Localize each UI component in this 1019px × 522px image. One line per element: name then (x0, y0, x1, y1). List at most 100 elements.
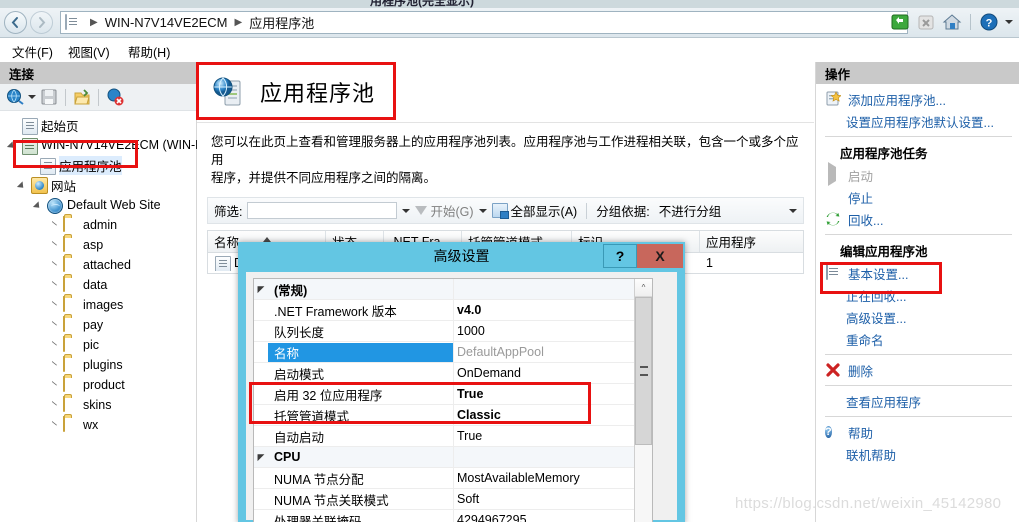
breadcrumb-item-apppools[interactable]: 应用程序池 (249, 13, 314, 32)
filter-combo[interactable] (247, 202, 411, 219)
action-view-applications[interactable]: 查看应用程序 (816, 390, 1019, 412)
forward-arrow-icon[interactable] (30, 11, 53, 34)
save-icon[interactable] (39, 87, 59, 107)
window-title-text: 用程序池(完全显示) (370, 0, 474, 8)
tree-item-folder[interactable]: pay (4, 315, 196, 335)
divider (970, 14, 971, 30)
action-delete[interactable]: 删除 (816, 359, 1019, 381)
tree-expander-closed-icon[interactable] (50, 280, 61, 291)
property-grid[interactable]: ◤ (常规) .NET Framework 版本 v4.0 队列长度 1000 … (253, 278, 653, 522)
property-value[interactable]: True (453, 429, 652, 443)
tree-item-label: attached (83, 258, 131, 272)
help-icon[interactable]: ? (979, 12, 999, 32)
property-value[interactable]: 1000 (453, 324, 652, 338)
tree-item-folder[interactable]: admin (4, 215, 196, 235)
action-stop[interactable]: 停止 (816, 186, 1019, 208)
tree-item-sites[interactable]: 网站 (4, 175, 196, 195)
actions-group-edit-app-pool: 编辑应用程序池 (840, 245, 928, 259)
tree-expander-open-icon[interactable] (8, 140, 19, 151)
property-name: 启用 32 位应用程序 (274, 388, 383, 403)
action-start[interactable]: 启动 (816, 162, 1019, 186)
show-all-button[interactable]: 全部显示(A) (491, 201, 577, 220)
home-icon[interactable] (942, 12, 962, 32)
play-icon (825, 162, 841, 186)
menu-item-view[interactable]: 视图(V) (68, 42, 110, 61)
divider (98, 88, 99, 106)
tree-expander-closed-icon[interactable] (50, 360, 61, 371)
tree-expander-open-icon[interactable]: ◤ (254, 452, 268, 463)
property-value[interactable]: OnDemand (453, 366, 652, 380)
dialog-scrollbar[interactable]: ^ (634, 279, 652, 522)
action-recycling[interactable]: 正在回收... (816, 284, 1019, 306)
action-help[interactable]: ? 帮助 (816, 421, 1019, 443)
action-advanced-settings[interactable]: 高级设置... (816, 306, 1019, 328)
chevron-down-icon[interactable] (402, 208, 411, 213)
scroll-up-icon[interactable]: ^ (635, 279, 652, 297)
tree-expander-closed-icon[interactable] (50, 420, 61, 431)
connect-globe-icon[interactable] (5, 87, 25, 107)
property-value[interactable]: MostAvailableMemory (453, 471, 652, 485)
tree-expander-open-icon[interactable]: ◤ (254, 284, 268, 295)
tree-item-folder[interactable]: skins (4, 395, 196, 415)
tree-expander-closed-icon[interactable] (50, 220, 61, 231)
tree-item-folder[interactable]: pic (4, 335, 196, 355)
menu-item-file[interactable]: 文件(F) (12, 42, 53, 61)
chevron-down-icon[interactable] (28, 95, 36, 99)
action-add-app-pool[interactable]: 添加应用程序池... (816, 88, 1019, 110)
property-value[interactable]: DefaultAppPool (453, 345, 652, 359)
group-by-combo[interactable]: 不进行分组 (655, 201, 797, 220)
dialog-title-bar[interactable]: 高级设置 ? X (238, 242, 685, 270)
property-value[interactable]: v4.0 (453, 303, 652, 317)
action-online-help[interactable]: 联机帮助 (816, 443, 1019, 465)
divider (586, 202, 588, 219)
tree-item-folder[interactable]: data (4, 275, 196, 295)
filter-go-button[interactable]: 开始(G) (415, 201, 474, 220)
back-arrow-icon[interactable] (4, 11, 27, 34)
tree-expander-open-icon[interactable] (34, 200, 45, 211)
action-rename[interactable]: 重命名 (816, 328, 1019, 350)
tree-item-folder[interactable]: images (4, 295, 196, 315)
property-value[interactable]: 4294967295 (453, 513, 652, 522)
action-recycle[interactable]: 回收... (816, 208, 1019, 230)
tree-item-server[interactable]: WIN-N7V14VE2ECM (WIN-N7 (4, 135, 211, 155)
chevron-down-icon[interactable] (478, 208, 487, 213)
tree-expander-closed-icon[interactable] (50, 300, 61, 311)
open-folder-icon[interactable] (72, 87, 92, 107)
dialog-close-button[interactable]: X (637, 244, 683, 268)
tree-item-folder[interactable]: plugins (4, 355, 196, 375)
tree-expander-closed-icon[interactable] (50, 380, 61, 391)
column-header-applications[interactable]: 应用程序 (700, 231, 800, 252)
property-value[interactable]: True (453, 387, 652, 401)
property-value[interactable]: Soft (453, 492, 652, 506)
breadcrumb[interactable]: ▶ WIN-N7V14VE2ECM ▶ 应用程序池 (60, 11, 908, 34)
action-basic-settings[interactable]: 基本设置... (816, 262, 1019, 284)
stop-icon[interactable] (916, 12, 936, 32)
sidebar-item-application-pools[interactable]: 应用程序池 (4, 155, 196, 175)
breadcrumb-item-server[interactable]: WIN-N7V14VE2ECM (105, 15, 228, 30)
chevron-down-icon[interactable] (1005, 20, 1013, 24)
address-bar-actions: ? (890, 12, 1013, 32)
action-set-app-pool-defaults[interactable]: 设置应用程序池默认设置... (816, 110, 1019, 132)
tree-expander-closed-icon[interactable] (50, 240, 61, 251)
menu-item-help[interactable]: 帮助(H) (128, 42, 170, 61)
property-value[interactable]: Classic (453, 408, 652, 422)
tree-item-start-page[interactable]: 起始页 (4, 115, 196, 135)
tree-item-default-web-site[interactable]: Default Web Site (4, 195, 196, 215)
tree-item-folder[interactable]: attached (4, 255, 196, 275)
tree-item-folder[interactable]: product (4, 375, 196, 395)
tree-expander-closed-icon[interactable] (50, 400, 61, 411)
dialog-help-button[interactable]: ? (603, 244, 637, 268)
tree-item-folder[interactable]: wx (4, 415, 196, 435)
tree-item-folder[interactable]: asp (4, 235, 196, 255)
tree-expander-closed-icon[interactable] (50, 260, 61, 271)
filter-input[interactable] (247, 202, 398, 219)
tree-expander-closed-icon[interactable] (50, 320, 61, 331)
refresh-icon[interactable] (890, 12, 910, 32)
disconnect-icon[interactable] (105, 87, 125, 107)
scrollbar-thumb[interactable] (635, 297, 652, 445)
tree-item-label: 网站 (51, 179, 77, 194)
connections-pane: 连接 起始页 WIN-N7V14VE2ECM (WIN-N7 应用程序池 网站 … (0, 62, 211, 522)
tree-expander-open-icon[interactable] (18, 180, 29, 191)
chevron-down-icon[interactable] (788, 208, 797, 213)
tree-expander-closed-icon[interactable] (50, 340, 61, 351)
